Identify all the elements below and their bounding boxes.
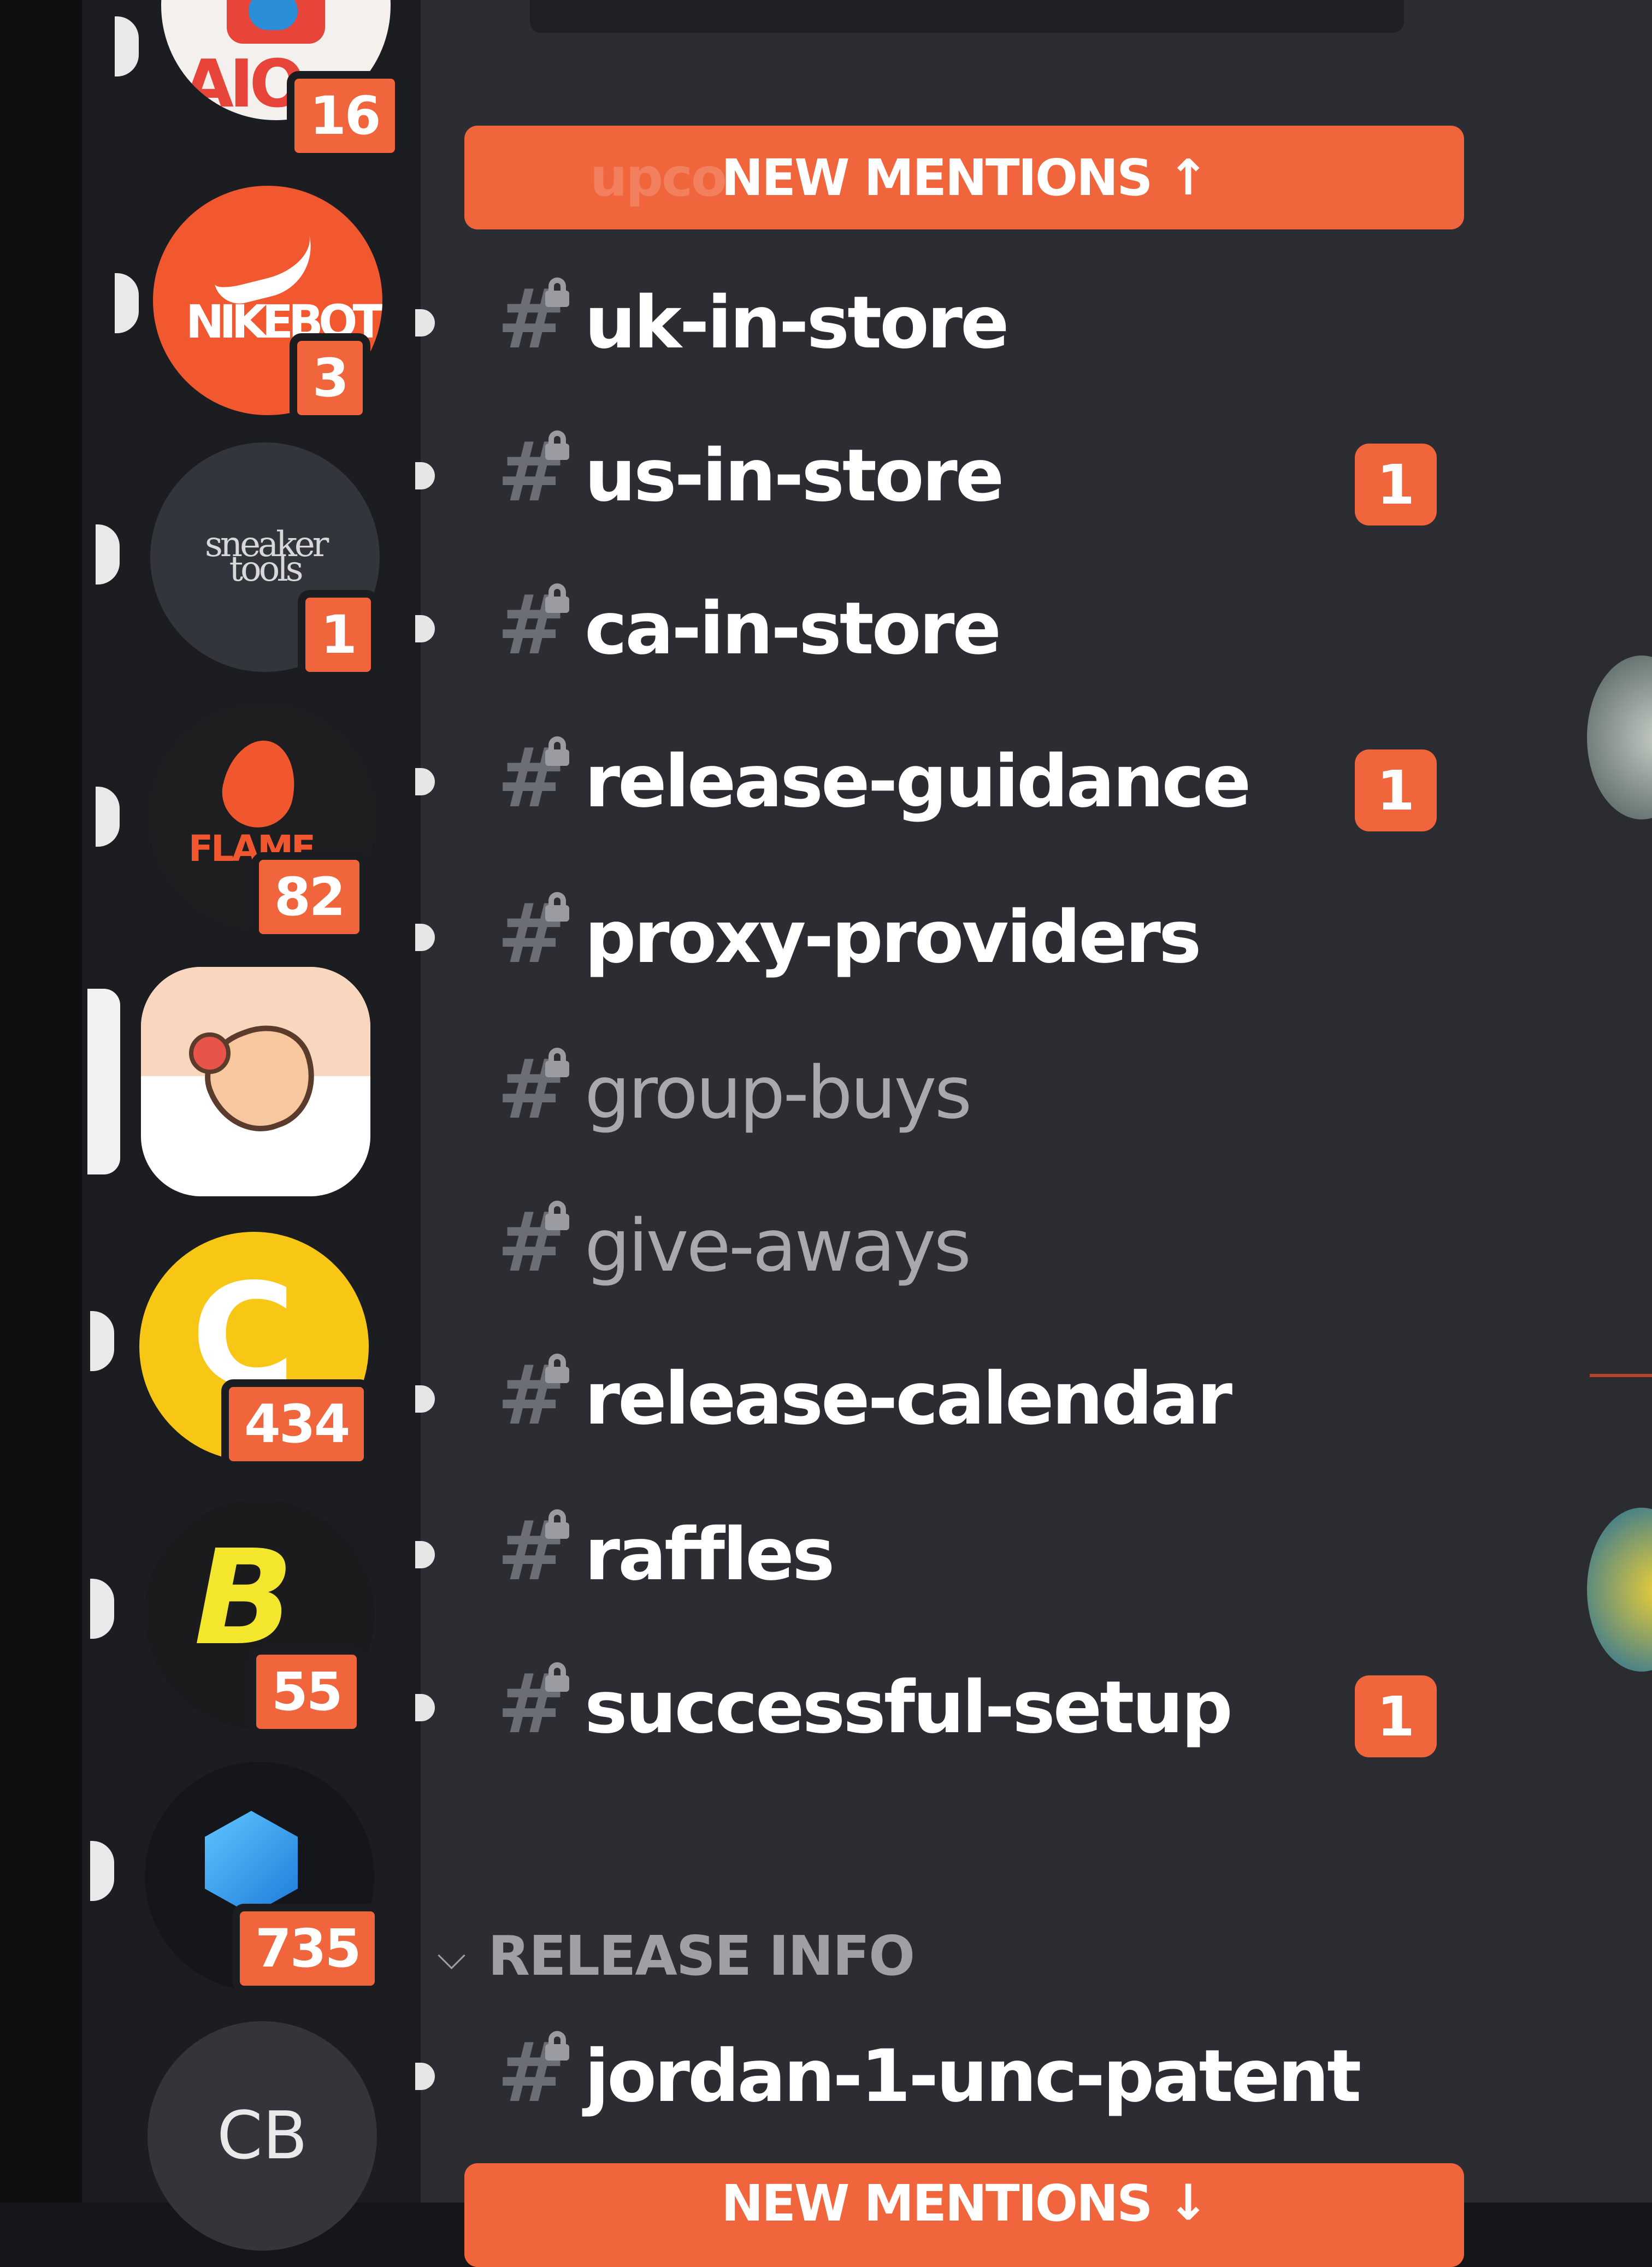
lock-icon [545,1662,569,1692]
aio-logo-icon [227,0,325,44]
unread-dot [415,615,435,642]
channel-name: release-calendar [585,1357,1232,1441]
flame-icon [215,734,304,834]
server-mention-badge: 3 [290,333,370,423]
channel-row-raffles[interactable]: # raffles [415,1489,1453,1620]
lock-icon [545,1048,569,1077]
lock-icon [545,892,569,922]
unread-dot [415,768,435,795]
server-icon-bolt[interactable]: B 55 [145,1499,374,1737]
channel-row-proxy-providers[interactable]: # proxy-providers [415,871,1453,1002]
channel-row-successful-setup[interactable]: # successful-setup 1 [415,1642,1453,1773]
new-messages-divider [1590,1374,1652,1377]
channel-name: successful-setup [585,1666,1233,1750]
chevron-down-icon: ⌵ [437,1933,467,1978]
category-label: RELEASE INFO [488,1923,915,1988]
server-initials: sneaker tools [205,524,329,589]
server-mention-badge: 434 [221,1379,372,1469]
channel-name: proxy-providers [585,895,1201,979]
channel-name: jordan-1-unc-patent [585,2034,1361,2118]
channel-mention-badge: 1 [1355,444,1437,526]
unread-dot [415,2063,435,2090]
cube-logo-icon [205,1811,298,1915]
channel-row-give-aways[interactable]: # give-aways [415,1180,1453,1311]
channel-row-group-buys[interactable]: # group-buys [415,1027,1453,1158]
arrow-up-icon: ↑ [1167,149,1208,206]
lock-icon [545,1509,569,1539]
channel-name: give-aways [585,1204,971,1288]
channel-row-uk-in-store[interactable]: # uk-in-store [415,257,1453,388]
channel-panel-header-edge [530,0,1404,33]
new-mentions-label: NEW MENTIONS [721,148,1153,207]
channel-row-us-in-store[interactable]: # us-in-store 1 [415,410,1453,541]
chat-area-edge [1491,0,1652,2203]
screen-bezel [0,0,82,2203]
new-mentions-bar-bottom[interactable]: NEW MENTIONS ↓ [464,2163,1464,2267]
lock-icon [545,430,569,460]
channel-row-ca-in-store[interactable]: # ca-in-store [415,563,1453,694]
server-icon-peach[interactable] [141,967,370,1196]
category-release-info[interactable]: ⌵ RELEASE INFO [437,1923,915,1988]
server-icon-cc[interactable]: C 434 [139,1232,372,1469]
server-initials: AIO [183,46,305,120]
new-mentions-label: NEW MENTIONS [721,2174,1153,2233]
lock-icon [545,736,569,766]
obscured-channel-text: upco [590,147,727,208]
server-icon-aio[interactable]: AIO 16 [161,0,403,161]
lock-icon [545,1354,569,1383]
channel-name: uk-in-store [585,281,1010,365]
unread-dot [415,462,435,489]
channel-row-release-calendar[interactable]: # release-calendar [415,1333,1453,1464]
lock-icon [545,278,569,307]
server-icon-nikebot[interactable]: NIKEBOT 3 [153,186,382,423]
server-icon-flame[interactable]: FLAME 82 [148,702,377,942]
channel-name: group-buys [585,1051,972,1135]
server-mention-badge: 735 [232,1904,383,1993]
unread-dot [415,924,435,951]
server-icon-cube[interactable]: 735 [145,1762,383,1993]
channel-mention-badge: 1 [1355,749,1437,831]
channel-row-jordan-1-unc-patent[interactable]: # jordan-1-unc-patent [415,2010,1453,2141]
channel-name: us-in-store [585,434,1004,518]
server-mention-badge: 55 [249,1647,364,1737]
unread-dot [415,1541,435,1568]
lock-icon [545,583,569,613]
selected-server-indicator [87,989,120,1174]
unread-dot [415,309,435,336]
server-mention-badge: 16 [287,71,403,161]
server-icon-sneaker-tools[interactable]: sneaker tools 1 [150,442,380,680]
unread-dot [415,1694,435,1721]
unread-dot [415,1385,435,1413]
arrow-down-icon: ↓ [1167,2174,1208,2231]
channel-name: raffles [585,1513,835,1597]
server-initials: CB [216,2098,308,2174]
channel-row-release-guidance[interactable]: # release-guidance 1 [415,716,1453,847]
channel-name: ca-in-store [585,587,1001,671]
server-mention-badge: 82 [251,852,367,942]
lock-icon [545,2031,569,2061]
channel-mention-badge: 1 [1355,1675,1437,1757]
server-mention-badge: 1 [298,590,379,680]
new-mentions-bar-top[interactable]: upco NEW MENTIONS ↑ [464,126,1464,229]
lock-icon [545,1201,569,1230]
channel-name: release-guidance [585,740,1251,824]
server-icon-cb[interactable]: CB [148,2021,377,2251]
